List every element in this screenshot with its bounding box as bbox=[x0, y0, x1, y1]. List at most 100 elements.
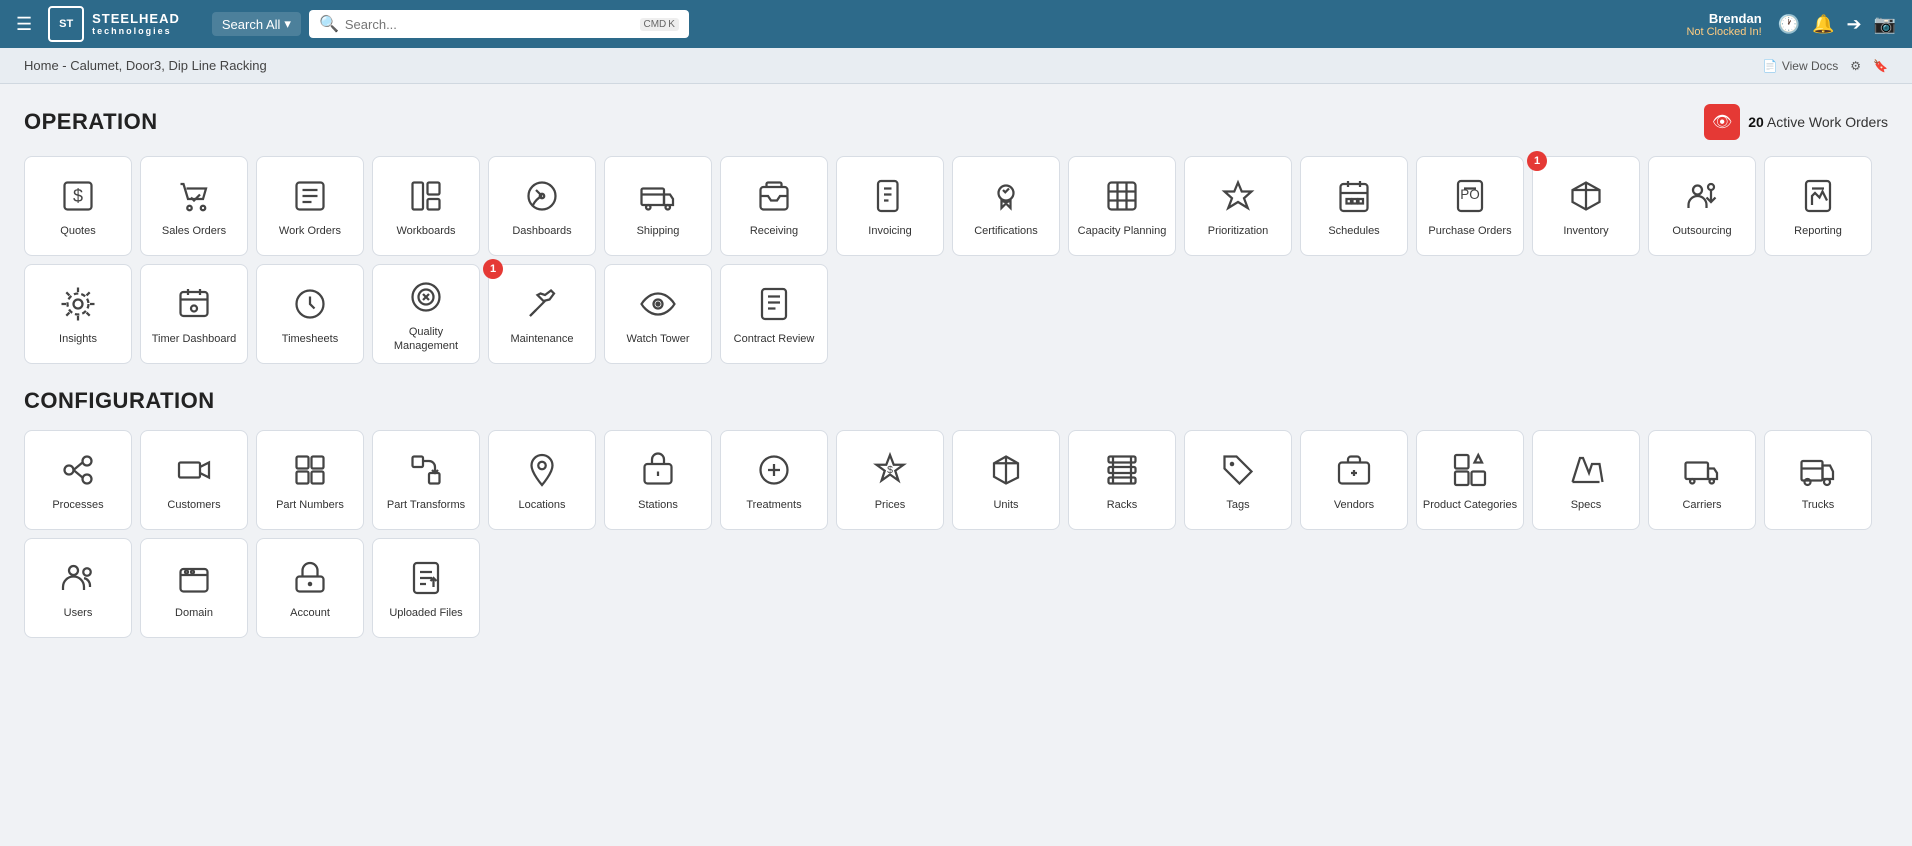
tile-certifications[interactable]: Certifications bbox=[952, 156, 1060, 256]
tile-dashboards[interactable]: Dashboards bbox=[488, 156, 596, 256]
bookmark-button[interactable]: 🔖 bbox=[1873, 59, 1888, 73]
product-categories-icon bbox=[1448, 448, 1492, 492]
part-transforms-label: Part Transforms bbox=[383, 498, 469, 512]
customers-label: Customers bbox=[163, 498, 224, 512]
quotes-icon: $ bbox=[56, 174, 100, 218]
insights-label: Insights bbox=[55, 332, 101, 346]
units-label: Units bbox=[989, 498, 1022, 512]
domain-icon bbox=[172, 556, 216, 600]
tile-sales-orders[interactable]: Sales Orders bbox=[140, 156, 248, 256]
tile-watch-tower[interactable]: Watch Tower bbox=[604, 264, 712, 364]
prices-icon: $ bbox=[868, 448, 912, 492]
tile-trucks[interactable]: Trucks bbox=[1764, 430, 1872, 530]
tile-invoicing[interactable]: Invoicing bbox=[836, 156, 944, 256]
search-container: Search All ▾ 🔍 CMD K bbox=[212, 10, 689, 38]
search-icon: 🔍 bbox=[319, 14, 339, 34]
view-docs-button[interactable]: 📄 View Docs bbox=[1763, 59, 1838, 73]
specs-label: Specs bbox=[1567, 498, 1606, 512]
tile-vendors[interactable]: Vendors bbox=[1300, 430, 1408, 530]
clock-icon[interactable]: 🕐 bbox=[1778, 14, 1800, 35]
part-numbers-icon bbox=[288, 448, 332, 492]
breadcrumb: Home - Calumet, Door3, Dip Line Racking bbox=[24, 58, 267, 73]
dashboards-label: Dashboards bbox=[508, 224, 575, 238]
bell-icon[interactable]: 🔔 bbox=[1812, 14, 1834, 35]
specs-icon bbox=[1564, 448, 1608, 492]
tile-processes[interactable]: Processes bbox=[24, 430, 132, 530]
search-input[interactable] bbox=[345, 17, 640, 32]
search-all-button[interactable]: Search All ▾ bbox=[212, 12, 301, 36]
watch-tower-label: Watch Tower bbox=[623, 332, 694, 346]
camera-icon[interactable]: 📷 bbox=[1874, 14, 1896, 35]
tile-racks[interactable]: Racks bbox=[1068, 430, 1176, 530]
main-content: OPERATION 👁 20 Active Work Orders $ Quote… bbox=[0, 84, 1912, 682]
operation-tiles-grid: $ Quotes Sales OrdersWork OrdersWorkboards… bbox=[24, 156, 1888, 364]
tile-maintenance[interactable]: 1Maintenance bbox=[488, 264, 596, 364]
tile-locations[interactable]: Locations bbox=[488, 430, 596, 530]
tile-timesheets[interactable]: Timesheets bbox=[256, 264, 364, 364]
operation-section-header: OPERATION 👁 20 Active Work Orders bbox=[24, 104, 1888, 140]
quotes-label: Quotes bbox=[56, 224, 99, 238]
tile-reporting[interactable]: Reporting bbox=[1764, 156, 1872, 256]
tile-users[interactable]: Users bbox=[24, 538, 132, 638]
tile-work-orders[interactable]: Work Orders bbox=[256, 156, 364, 256]
sales-orders-icon bbox=[172, 174, 216, 218]
carriers-icon bbox=[1680, 448, 1724, 492]
tile-part-numbers[interactable]: Part Numbers bbox=[256, 430, 364, 530]
schedules-label: Schedules bbox=[1324, 224, 1383, 238]
account-label: Account bbox=[286, 606, 334, 620]
prioritization-label: Prioritization bbox=[1204, 224, 1273, 238]
tile-schedules[interactable]: Schedules bbox=[1300, 156, 1408, 256]
tile-purchase-orders[interactable]: POPurchase Orders bbox=[1416, 156, 1524, 256]
tile-account[interactable]: Account bbox=[256, 538, 364, 638]
tile-prioritization[interactable]: Prioritization bbox=[1184, 156, 1292, 256]
tile-domain[interactable]: Domain bbox=[140, 538, 248, 638]
tile-capacity-planning[interactable]: Capacity Planning bbox=[1068, 156, 1176, 256]
processes-label: Processes bbox=[48, 498, 107, 512]
outsourcing-icon bbox=[1680, 174, 1724, 218]
tile-insights[interactable]: Insights bbox=[24, 264, 132, 364]
insights-icon bbox=[56, 282, 100, 326]
tile-part-transforms[interactable]: Part Transforms bbox=[372, 430, 480, 530]
capacity-planning-label: Capacity Planning bbox=[1074, 224, 1171, 238]
tile-product-categories[interactable]: Product Categories bbox=[1416, 430, 1524, 530]
account-icon bbox=[288, 556, 332, 600]
search-shortcut: CMD K bbox=[640, 18, 679, 31]
logo: ST STEELHEAD technologies bbox=[48, 6, 180, 42]
tile-receiving[interactable]: Receiving bbox=[720, 156, 828, 256]
tile-shipping[interactable]: Shipping bbox=[604, 156, 712, 256]
uploaded-files-label: Uploaded Files bbox=[385, 606, 466, 620]
tile-prices[interactable]: $Prices bbox=[836, 430, 944, 530]
tile-inventory[interactable]: 1Inventory bbox=[1532, 156, 1640, 256]
tile-timer-dashboard[interactable]: Timer Dashboard bbox=[140, 264, 248, 364]
quality-management-label: Quality Management bbox=[373, 325, 479, 354]
logout-icon[interactable]: ➔ bbox=[1846, 14, 1861, 35]
tile-quotes[interactable]: $ Quotes bbox=[24, 156, 132, 256]
tile-quality-management[interactable]: Quality Management bbox=[372, 264, 480, 364]
tile-treatments[interactable]: Treatments bbox=[720, 430, 828, 530]
tile-specs[interactable]: Specs bbox=[1532, 430, 1640, 530]
locations-label: Locations bbox=[514, 498, 569, 512]
tile-stations[interactable]: Stations bbox=[604, 430, 712, 530]
units-icon bbox=[984, 448, 1028, 492]
tile-carriers[interactable]: Carriers bbox=[1648, 430, 1756, 530]
settings-button[interactable]: ⚙ bbox=[1850, 59, 1861, 73]
breadcrumb-actions: 📄 View Docs ⚙ 🔖 bbox=[1763, 59, 1888, 73]
carriers-label: Carriers bbox=[1678, 498, 1725, 512]
header-icons: 🕐 🔔 ➔ 📷 bbox=[1778, 14, 1896, 35]
tile-contract-review[interactable]: Contract Review bbox=[720, 264, 828, 364]
tile-outsourcing[interactable]: Outsourcing bbox=[1648, 156, 1756, 256]
stations-icon bbox=[636, 448, 680, 492]
prioritization-icon bbox=[1216, 174, 1260, 218]
svg-text:$: $ bbox=[73, 186, 83, 206]
tile-uploaded-files[interactable]: Uploaded Files bbox=[372, 538, 480, 638]
breadcrumb-bar: Home - Calumet, Door3, Dip Line Racking … bbox=[0, 48, 1912, 84]
inventory-label: Inventory bbox=[1559, 224, 1612, 238]
tile-customers[interactable]: Customers bbox=[140, 430, 248, 530]
menu-icon[interactable]: ☰ bbox=[16, 14, 32, 35]
user-status: Not Clocked In! bbox=[1686, 26, 1761, 38]
tile-workboards[interactable]: Workboards bbox=[372, 156, 480, 256]
tile-units[interactable]: Units bbox=[952, 430, 1060, 530]
eye-button[interactable]: 👁 bbox=[1704, 104, 1740, 140]
tile-tags[interactable]: Tags bbox=[1184, 430, 1292, 530]
users-icon bbox=[56, 556, 100, 600]
